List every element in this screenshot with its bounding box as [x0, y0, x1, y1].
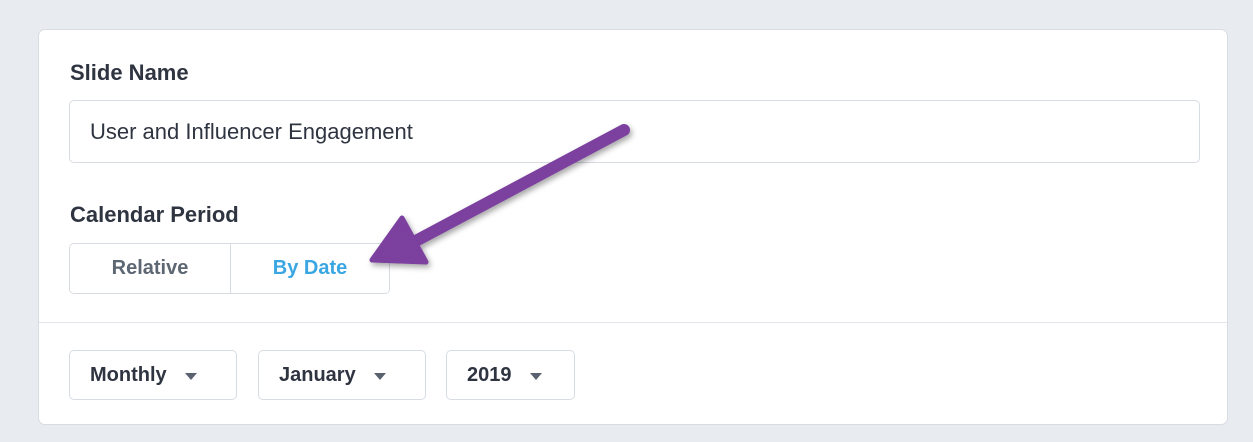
slide-settings-card: Slide Name Calendar Period Relative By D…	[38, 29, 1228, 425]
month-dropdown[interactable]: January	[258, 350, 426, 400]
relative-toggle-button[interactable]: Relative	[70, 244, 231, 293]
calendar-period-label: Calendar Period	[70, 202, 239, 227]
section-divider	[39, 322, 1227, 323]
month-dropdown-label: January	[279, 363, 356, 386]
slide-name-label: Slide Name	[70, 60, 189, 85]
caret-down-icon	[529, 372, 542, 380]
by-date-toggle-button[interactable]: By Date	[231, 244, 389, 293]
period-dropdown[interactable]: Monthly	[69, 350, 237, 400]
slide-name-input[interactable]	[69, 100, 1200, 163]
year-dropdown-label: 2019	[467, 363, 512, 386]
caret-down-icon	[373, 372, 386, 380]
calendar-period-toggle: Relative By Date	[69, 243, 390, 294]
year-dropdown[interactable]: 2019	[446, 350, 575, 400]
period-dropdown-label: Monthly	[90, 363, 167, 386]
caret-down-icon	[184, 372, 197, 380]
